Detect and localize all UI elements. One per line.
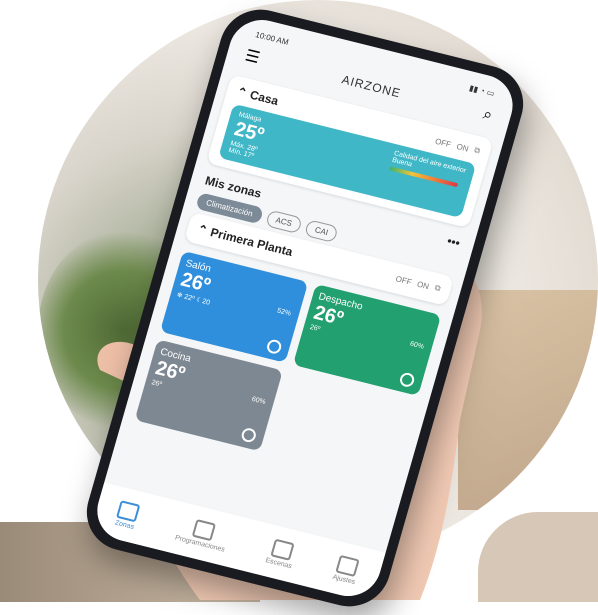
play-icon <box>270 538 295 561</box>
power-icon[interactable] <box>240 426 258 444</box>
nav-escenas[interactable]: Escenas <box>265 537 299 570</box>
power-icon[interactable] <box>398 371 416 389</box>
more-options-icon[interactable]: ••• <box>446 234 462 251</box>
home-on-button[interactable]: ON <box>456 142 470 154</box>
phone-screen: 10:00 AM ▮▮ ◔ ▭ ☰ AIRZONE ⌕ ⌃ Casa OFF O… <box>89 13 521 603</box>
app-logo: AIRZONE <box>340 72 403 101</box>
home-power-controls: OFF ON ⧉ <box>434 136 481 157</box>
home-off-button[interactable]: OFF <box>434 136 452 149</box>
floor-off-button[interactable]: OFF <box>395 274 413 287</box>
floor-open-external-icon[interactable]: ⧉ <box>433 283 442 294</box>
nav-programaciones[interactable]: Programaciones <box>174 515 231 553</box>
open-external-icon[interactable]: ⧉ <box>473 145 481 156</box>
phone-wrap: 10:00 AM ▮▮ ◔ ▭ ☰ AIRZONE ⌕ ⌃ Casa OFF O… <box>0 0 598 615</box>
home-title[interactable]: ⌃ Casa <box>235 84 280 108</box>
zone-despacho[interactable]: Despacho 26º 60% 26º <box>292 283 442 396</box>
calendar-icon <box>191 518 217 541</box>
search-icon[interactable]: ⌕ <box>481 106 494 125</box>
power-icon[interactable] <box>265 338 283 356</box>
zones-icon <box>116 499 141 522</box>
nav-ajustes[interactable]: Ajustes <box>332 554 362 586</box>
floor-power-controls: OFF ON ⧉ <box>395 273 442 294</box>
phone: 10:00 AM ▮▮ ◔ ▭ ☰ AIRZONE ⌕ ⌃ Casa OFF O… <box>77 1 533 615</box>
nav-zonas[interactable]: Zonas <box>114 499 141 531</box>
menu-icon[interactable]: ☰ <box>243 45 262 68</box>
weather-left: Málaga 25º Máx. 28º Mín. 17º <box>228 111 269 160</box>
floor-on-button[interactable]: ON <box>416 279 430 291</box>
weather-right: Calidad del aire exterior Buena <box>383 150 467 210</box>
bottom-nav: Zonas Programaciones Escenas Ajustes <box>89 482 386 603</box>
sliders-icon <box>335 554 361 577</box>
